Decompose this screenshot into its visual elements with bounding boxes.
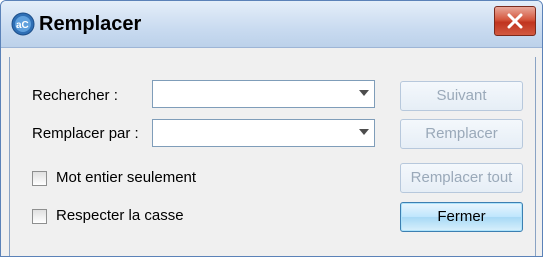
svg-text:aC: aC bbox=[16, 20, 29, 31]
next-button[interactable]: Suivant bbox=[400, 81, 523, 111]
window-title: Remplacer bbox=[39, 13, 142, 35]
close-icon bbox=[507, 13, 523, 29]
replace-combobox[interactable] bbox=[152, 119, 375, 147]
title-bar[interactable]: aC Remplacer bbox=[1, 1, 542, 48]
replace-button[interactable]: Remplacer bbox=[400, 119, 523, 149]
chevron-down-icon[interactable] bbox=[358, 89, 370, 97]
replace-input[interactable] bbox=[156, 123, 345, 145]
replace-label: Remplacer par : bbox=[32, 125, 139, 142]
replace-all-button[interactable]: Remplacer tout bbox=[400, 163, 523, 193]
match-case-label[interactable]: Respecter la casse bbox=[56, 207, 184, 224]
search-label: Rechercher : bbox=[32, 87, 118, 104]
close-button[interactable] bbox=[494, 6, 536, 36]
app-icon: aC bbox=[11, 12, 35, 36]
close-dialog-button[interactable]: Fermer bbox=[400, 202, 523, 232]
whole-word-label[interactable]: Mot entier seulement bbox=[56, 169, 196, 186]
replace-dialog: aC Remplacer Rechercher : Remplacer par … bbox=[0, 0, 543, 257]
search-input[interactable] bbox=[156, 84, 345, 106]
match-case-checkbox[interactable] bbox=[32, 209, 47, 224]
search-combobox[interactable] bbox=[152, 80, 375, 108]
whole-word-checkbox[interactable] bbox=[32, 171, 47, 186]
chevron-down-icon[interactable] bbox=[358, 128, 370, 136]
dialog-content: Rechercher : Remplacer par : Mot entier … bbox=[9, 57, 536, 256]
